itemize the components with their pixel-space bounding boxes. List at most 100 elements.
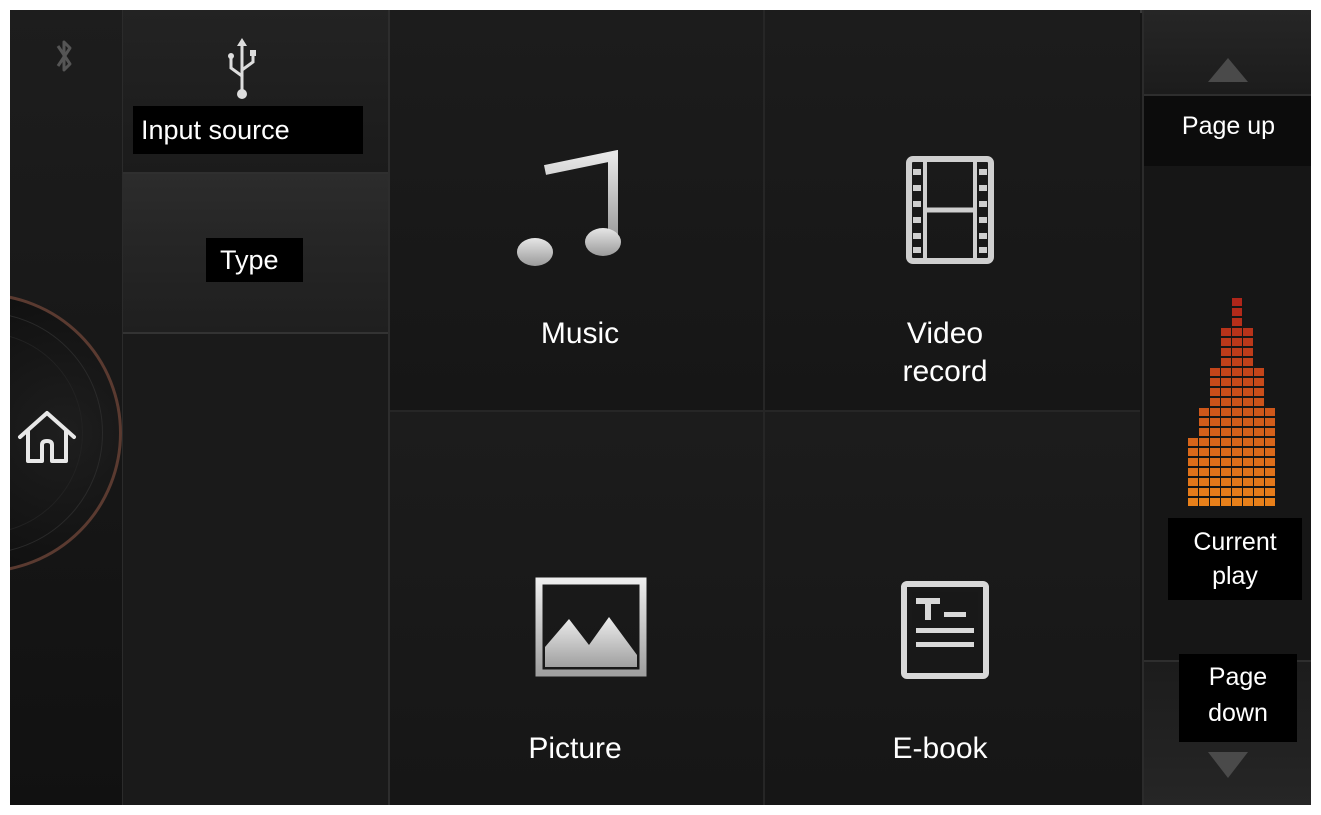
equalizer-bar-segment	[1210, 368, 1220, 376]
equalizer-bar-segment	[1243, 368, 1253, 376]
equalizer-bar-segment	[1243, 428, 1253, 436]
current-play-line2: play	[1212, 562, 1258, 590]
equalizer-bar-segment	[1210, 478, 1220, 486]
equalizer-bar-segment	[1199, 438, 1209, 446]
equalizer-bar-segment	[1243, 408, 1253, 416]
equalizer-bar-segment	[1188, 498, 1198, 506]
equalizer-icon	[1188, 298, 1275, 506]
equalizer-bar-segment	[1254, 378, 1264, 386]
picture-label: Picture	[528, 732, 622, 765]
equalizer-bar-segment	[1232, 318, 1242, 326]
equalizer-bar-segment	[1243, 438, 1253, 446]
equalizer-bar-segment	[1232, 368, 1242, 376]
equalizer-bar-segment	[1210, 428, 1220, 436]
equalizer-bar-segment	[1188, 478, 1198, 486]
equalizer-bar-segment	[1221, 348, 1231, 356]
equalizer-bar-segment	[1254, 408, 1264, 416]
equalizer-bar-segment	[1265, 488, 1275, 496]
input-source-label: Input source	[133, 106, 363, 154]
equalizer-bar-segment	[1221, 448, 1231, 456]
page-up-label[interactable]: Page up	[1144, 96, 1311, 166]
equalizer-bar-segment	[1243, 458, 1253, 466]
equalizer-bar-segment	[1199, 478, 1209, 486]
bluetooth-icon[interactable]	[50, 36, 78, 76]
picture-icon	[535, 577, 647, 677]
equalizer-bar-segment	[1232, 458, 1242, 466]
equalizer-bar-segment	[1243, 378, 1253, 386]
page-down-button[interactable]: Page down	[1179, 654, 1297, 742]
equalizer-bar-segment	[1232, 298, 1242, 306]
equalizer-bar-segment	[1210, 408, 1220, 416]
equalizer-bar-segment	[1221, 478, 1231, 486]
equalizer-bar-segment	[1232, 308, 1242, 316]
equalizer-bar-segment	[1232, 418, 1242, 426]
equalizer-bar-segment	[1243, 498, 1253, 506]
equalizer-bar-segment	[1221, 418, 1231, 426]
picture-tile[interactable]: Picture	[390, 412, 765, 805]
equalizer-bar-segment	[1265, 408, 1275, 416]
equalizer-bar-segment	[1188, 438, 1198, 446]
equalizer-bar-segment	[1221, 468, 1231, 476]
video-record-tile[interactable]: Video record	[765, 10, 1140, 412]
equalizer-bar-segment	[1221, 358, 1231, 366]
equalizer-bar-segment	[1243, 358, 1253, 366]
equalizer-bar-segment	[1199, 498, 1209, 506]
equalizer-bar-segment	[1232, 348, 1242, 356]
equalizer-bar-segment	[1199, 488, 1209, 496]
current-play-button[interactable]: Current play	[1168, 518, 1302, 600]
equalizer-bar-segment	[1243, 348, 1253, 356]
equalizer-bar-segment	[1265, 478, 1275, 486]
equalizer-bar-segment	[1188, 468, 1198, 476]
equalizer-bar-segment	[1265, 448, 1275, 456]
media-screen: Input source Type Music Video record Pic…	[10, 10, 1311, 805]
music-note-icon	[517, 150, 621, 266]
equalizer-bar-segment	[1210, 378, 1220, 386]
equalizer-bar-segment	[1254, 418, 1264, 426]
equalizer-bar-segment	[1265, 428, 1275, 436]
equalizer-bar-segment	[1265, 438, 1275, 446]
equalizer-bar-segment	[1254, 428, 1264, 436]
music-tile[interactable]: Music	[390, 10, 765, 412]
type-label: Type	[206, 238, 303, 282]
equalizer-bar-segment	[1243, 328, 1253, 336]
input-source-button[interactable]: Input source	[123, 10, 388, 174]
equalizer-bar-segment	[1210, 488, 1220, 496]
equalizer-bar-segment	[1232, 488, 1242, 496]
equalizer-bar-segment	[1221, 488, 1231, 496]
home-icon[interactable]	[14, 407, 80, 467]
media-type-grid: Music Video record Picture E-book	[390, 10, 1140, 805]
usb-icon	[228, 38, 256, 99]
equalizer-bar-segment	[1254, 438, 1264, 446]
equalizer-bar-segment	[1221, 428, 1231, 436]
equalizer-bar-segment	[1243, 388, 1253, 396]
equalizer-bar-segment	[1210, 458, 1220, 466]
music-label: Music	[540, 317, 620, 350]
equalizer-bar-segment	[1210, 388, 1220, 396]
equalizer-bar-segment	[1199, 458, 1209, 466]
equalizer-bar-segment	[1243, 418, 1253, 426]
right-rail: Page up Current play Page down	[1142, 10, 1311, 805]
equalizer-bar-segment	[1254, 398, 1264, 406]
equalizer-bar-segment	[1254, 488, 1264, 496]
ebook-icon	[901, 581, 989, 679]
equalizer-bar-segment	[1221, 338, 1231, 346]
equalizer-bar-segment	[1243, 398, 1253, 406]
equalizer-bar-segment	[1188, 488, 1198, 496]
equalizer-bar-segment	[1221, 378, 1231, 386]
source-column: Input source Type	[123, 10, 390, 805]
ebook-tile[interactable]: E-book	[765, 412, 1140, 805]
equalizer-bar-segment	[1232, 438, 1242, 446]
equalizer-bar-segment	[1243, 488, 1253, 496]
equalizer-bar-segment	[1221, 458, 1231, 466]
equalizer-bar-segment	[1232, 398, 1242, 406]
equalizer-bar-segment	[1232, 498, 1242, 506]
type-button[interactable]: Type	[123, 174, 388, 334]
page-up-button[interactable]	[1144, 10, 1311, 96]
equalizer-bar-segment	[1199, 408, 1209, 416]
equalizer-bar-segment	[1232, 448, 1242, 456]
equalizer-bar-segment	[1254, 478, 1264, 486]
equalizer-bar-segment	[1221, 368, 1231, 376]
equalizer-bar-segment	[1232, 328, 1242, 336]
equalizer-bar-segment	[1265, 468, 1275, 476]
equalizer-bar-segment	[1210, 448, 1220, 456]
